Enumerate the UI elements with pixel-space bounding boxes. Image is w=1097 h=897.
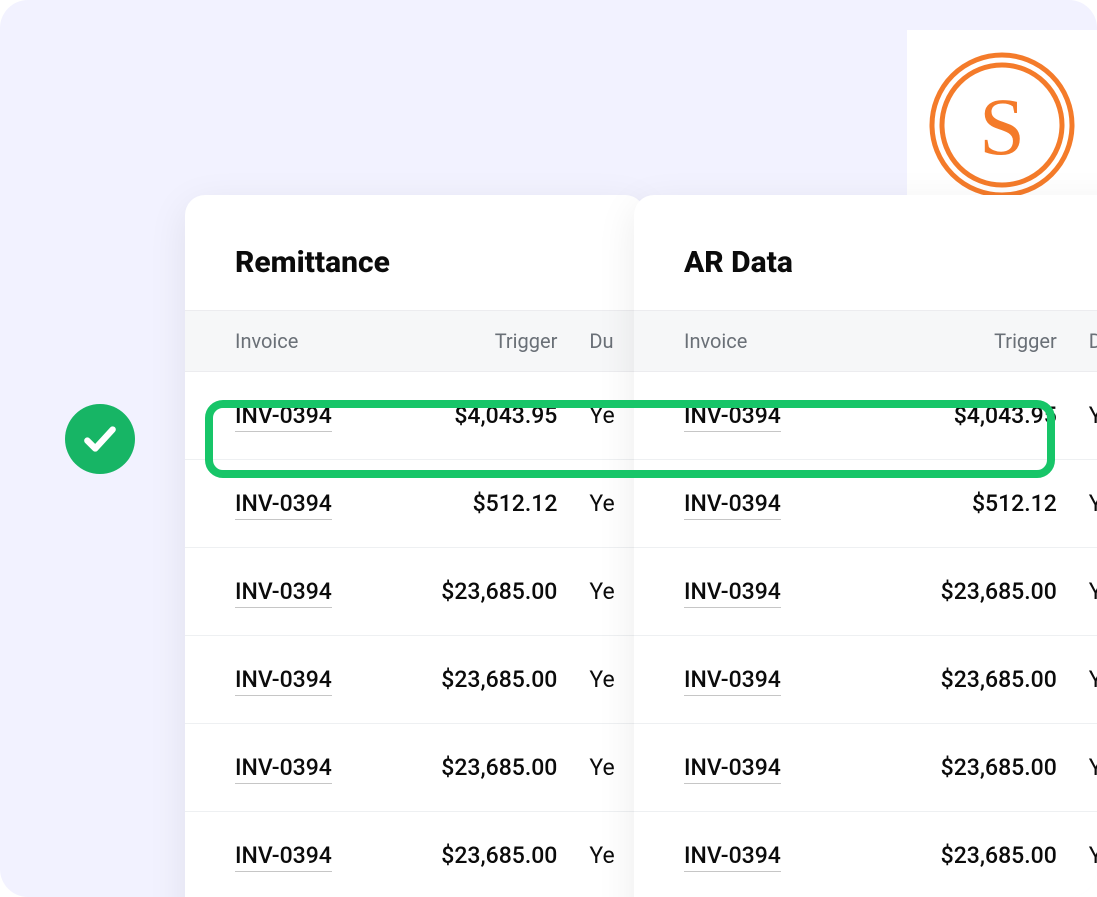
cell-trigger: $23,685.00 <box>406 578 572 605</box>
cell-trigger: $23,685.00 <box>406 754 572 781</box>
card-title: Remittance <box>185 195 645 310</box>
cell-invoice: INV-0394 <box>185 402 406 429</box>
cell-invoice: INV-0394 <box>185 490 406 517</box>
cell-invoice: INV-0394 <box>634 402 884 429</box>
cell-due: Yes <box>1071 490 1097 517</box>
cell-invoice: INV-0394 <box>634 490 884 517</box>
table-row[interactable]: INV-0394 $4,043.95 Ye <box>185 372 645 460</box>
brand-s-icon: S <box>927 50 1077 200</box>
cell-trigger: $512.12 <box>884 490 1071 517</box>
ar-data-card: AR Data Invoice Trigger Due INV-0394 $4,… <box>634 195 1097 897</box>
table-header: Invoice Trigger Du <box>185 310 645 372</box>
cell-trigger: $23,685.00 <box>406 666 572 693</box>
cell-invoice: INV-0394 <box>185 578 406 605</box>
cell-trigger: $4,043.95 <box>884 402 1071 429</box>
table-row[interactable]: INV-0394 $512.12 Yes <box>634 460 1097 548</box>
table-row[interactable]: INV-0394 $4,043.95 Yes <box>634 372 1097 460</box>
table-row[interactable]: INV-0394 $23,685.00 Ye <box>185 636 645 724</box>
cell-trigger: $23,685.00 <box>884 666 1071 693</box>
comparison-canvas: S Remittance Invoice Trigger Du INV-0394… <box>0 0 1097 897</box>
cell-due: Yes <box>1071 578 1097 605</box>
cell-trigger: $23,685.00 <box>884 842 1071 869</box>
remittance-card: Remittance Invoice Trigger Du INV-0394 $… <box>185 195 645 897</box>
cell-due: Yes <box>1071 666 1097 693</box>
match-check-icon <box>65 404 135 474</box>
cell-trigger: $23,685.00 <box>884 578 1071 605</box>
cell-invoice: INV-0394 <box>185 666 406 693</box>
svg-text:S: S <box>979 81 1025 172</box>
brand-logo-card: S <box>907 30 1097 220</box>
cell-trigger: $4,043.95 <box>406 402 572 429</box>
cell-invoice: INV-0394 <box>634 754 884 781</box>
column-header-trigger: Trigger <box>884 329 1071 353</box>
table-row[interactable]: INV-0394 $23,685.00 Yes <box>634 812 1097 897</box>
cell-invoice: INV-0394 <box>185 842 406 869</box>
table-body: INV-0394 $4,043.95 Ye INV-0394 $512.12 Y… <box>185 372 645 897</box>
cell-invoice: INV-0394 <box>634 666 884 693</box>
column-header-invoice: Invoice <box>634 329 884 353</box>
column-header-trigger: Trigger <box>406 329 572 353</box>
table-header: Invoice Trigger Due <box>634 310 1097 372</box>
table-row[interactable]: INV-0394 $23,685.00 Ye <box>185 548 645 636</box>
cell-trigger: $23,685.00 <box>406 842 572 869</box>
cell-trigger: $512.12 <box>406 490 572 517</box>
table-row[interactable]: INV-0394 $512.12 Ye <box>185 460 645 548</box>
table-row[interactable]: INV-0394 $23,685.00 Ye <box>185 724 645 812</box>
table-row[interactable]: INV-0394 $23,685.00 Yes <box>634 724 1097 812</box>
table-row[interactable]: INV-0394 $23,685.00 Yes <box>634 548 1097 636</box>
cell-trigger: $23,685.00 <box>884 754 1071 781</box>
cell-invoice: INV-0394 <box>634 578 884 605</box>
column-header-invoice: Invoice <box>185 329 406 353</box>
table-body: INV-0394 $4,043.95 Yes INV-0394 $512.12 … <box>634 372 1097 897</box>
cell-due: Yes <box>1071 754 1097 781</box>
table-row[interactable]: INV-0394 $23,685.00 Yes <box>634 636 1097 724</box>
column-header-due: Due <box>1071 329 1097 353</box>
table-row[interactable]: INV-0394 $23,685.00 Ye <box>185 812 645 897</box>
cell-invoice: INV-0394 <box>634 842 884 869</box>
cell-invoice: INV-0394 <box>185 754 406 781</box>
cell-due: Yes <box>1071 402 1097 429</box>
card-title: AR Data <box>634 195 1097 310</box>
cell-due: Yes <box>1071 842 1097 869</box>
